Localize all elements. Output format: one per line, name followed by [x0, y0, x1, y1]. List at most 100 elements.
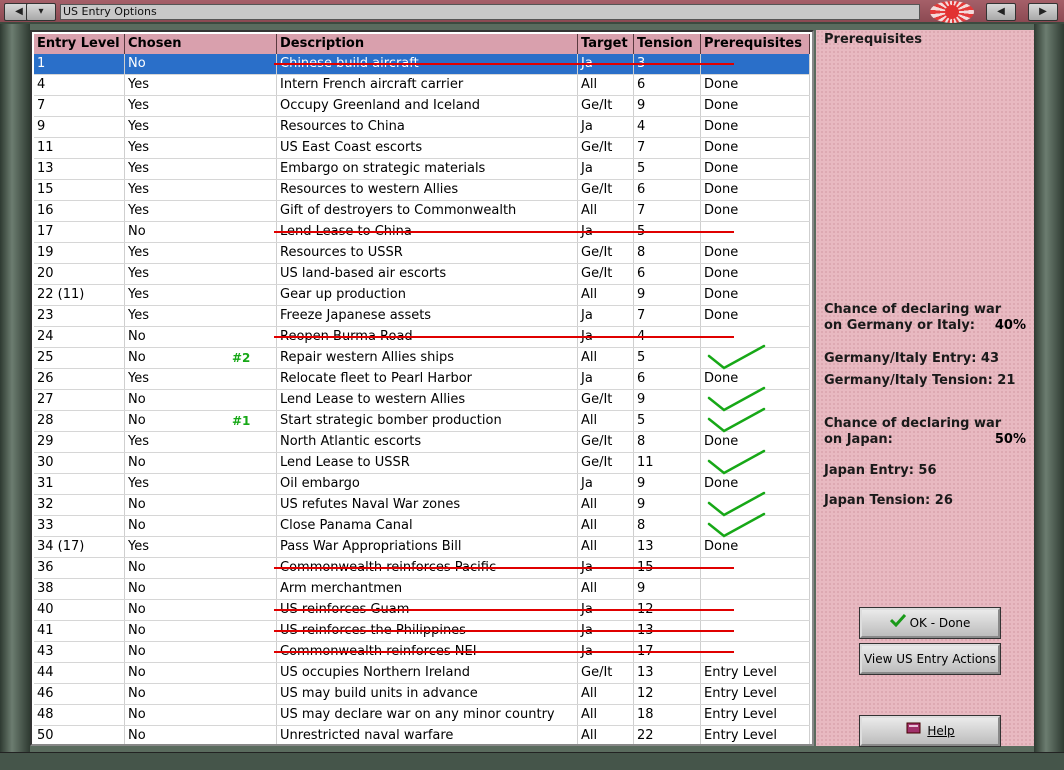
cell-chosen: Yes	[125, 96, 277, 116]
cell-entry-level: 38	[34, 579, 125, 599]
cell-chosen: No	[125, 411, 277, 431]
cell-prerequisites: Done	[701, 138, 810, 158]
table-row[interactable]: 4 Yes Intern French aircraft carrier All 6 Do…	[34, 75, 810, 96]
table-row[interactable]: 28 No Start strategic bomber production All…	[34, 407, 810, 433]
cell-prerequisites: Done	[701, 75, 810, 95]
strikethrough-mark	[274, 651, 734, 653]
table-row[interactable]: 44 No US occupies Northern Ireland Ge/It 13 E…	[34, 663, 810, 684]
priority-marker: #1	[232, 414, 251, 428]
cell-entry-level: 16	[34, 201, 125, 221]
cell-tension: 8	[634, 516, 701, 536]
table-row[interactable]: 26 Yes Relocate fleet to Pearl Harbor Ja 6 Do…	[34, 369, 810, 390]
table-row[interactable]: 40NoUS reinforces GuamJa12	[34, 600, 810, 621]
cell-chosen: No	[125, 558, 277, 578]
column-header-prerequisites[interactable]: Prerequisites	[701, 34, 810, 54]
table-row[interactable]: 43NoCommonwealth reinforces NEIJa17	[34, 642, 810, 663]
cell-description: Pass War Appropriations Bill	[277, 537, 578, 557]
green-checkmark-icon	[706, 510, 770, 540]
close-button[interactable]: ▶	[1028, 3, 1058, 21]
cell-description: US may build units in advance	[277, 684, 578, 704]
strikethrough-mark	[274, 609, 734, 611]
cell-description: Start strategic bomber production	[277, 411, 578, 431]
cell-target: Ge/It	[578, 264, 634, 284]
table-row[interactable]: 48 No US may declare war on any minor coun…	[34, 705, 810, 726]
table-row[interactable]: 19 Yes Resources to USSR Ge/It 8 Done	[34, 243, 810, 264]
cell-target: All	[578, 705, 634, 725]
cell-tension: 7	[634, 201, 701, 221]
cell-tension: 7	[634, 138, 701, 158]
cell-entry-level: 27	[34, 390, 125, 410]
table-row[interactable]: 33 No Close Panama Canal All 8	[34, 512, 810, 538]
table-row[interactable]: 11 Yes US East Coast escorts Ge/It 7 Done	[34, 138, 810, 159]
cell-entry-level: 11	[34, 138, 125, 158]
cell-chosen: No	[125, 621, 277, 641]
cell-tension: 13	[634, 537, 701, 557]
column-header-tension[interactable]: Tension	[634, 34, 701, 54]
help-button[interactable]: Help	[860, 716, 1000, 746]
column-header-description[interactable]: Description	[277, 34, 578, 54]
column-header-target[interactable]: Target	[578, 34, 634, 54]
cell-description: Resources to USSR	[277, 243, 578, 263]
table-row[interactable]: 20 Yes US land-based air escorts Ge/It 6 Done	[34, 264, 810, 285]
strikethrough-mark	[274, 567, 734, 569]
cell-description: Embargo on strategic materials	[277, 159, 578, 179]
cell-entry-level: 36	[34, 558, 125, 578]
cell-target: Ge/It	[578, 453, 634, 473]
table-body: 1NoChinese build aircraftJa34YesIntern F…	[34, 54, 810, 744]
table-row[interactable]: 38 No Arm merchantmen All 9	[34, 579, 810, 600]
cell-tension: 9	[634, 474, 701, 494]
ok-done-button[interactable]: OK - Done	[860, 608, 1000, 638]
table-row[interactable]: 15 Yes Resources to western Allies Ge/It 6 Do…	[34, 180, 810, 201]
cell-tension: 5	[634, 159, 701, 179]
cell-description: US land-based air escorts	[277, 264, 578, 284]
cell-entry-level: 28	[34, 411, 125, 431]
column-header-chosen[interactable]: Chosen	[125, 34, 277, 54]
table-row[interactable]: 31 Yes Oil embargo Ja 9 Done	[34, 474, 810, 495]
table-row[interactable]: 41NoUS reinforces the PhilippinesJa13	[34, 621, 810, 642]
table-row[interactable]: 7 Yes Occupy Greenland and Iceland Ge/It 9 Do…	[34, 96, 810, 117]
cell-description: Lend Lease to western Allies	[277, 390, 578, 410]
strikethrough-mark	[274, 336, 734, 338]
table-row[interactable]: 36NoCommonwealth reinforces PacificJa15	[34, 558, 810, 579]
cell-chosen: Yes	[125, 117, 277, 137]
bottom-frame	[0, 752, 1064, 770]
column-header-entry-level[interactable]: Entry Level	[34, 34, 125, 54]
table-row[interactable]: 1NoChinese build aircraftJa3	[34, 54, 810, 75]
table-row[interactable]: 25 No Repair western Allies ships All 5 #2	[34, 344, 810, 370]
cell-chosen: No	[125, 348, 277, 368]
table-row[interactable]: 9 Yes Resources to China Ja 4 Done	[34, 117, 810, 138]
table-row[interactable]: 50 No Unrestricted naval warfare All 22 Entry…	[34, 726, 810, 744]
table-row[interactable]: 24NoReopen Burma RoadJa4	[34, 327, 810, 348]
restore-button[interactable]: ◀	[986, 3, 1016, 21]
table-row[interactable]: 29 Yes North Atlantic escorts Ge/It 8 Done	[34, 432, 810, 453]
view-us-entry-actions-button[interactable]: View US Entry Actions	[860, 644, 1000, 674]
cell-chosen: Yes	[125, 285, 277, 305]
strikethrough-mark	[274, 231, 734, 233]
minimize-button[interactable]: ▾	[26, 3, 56, 21]
cell-chosen: Yes	[125, 306, 277, 326]
cell-entry-level: 13	[34, 159, 125, 179]
table-row[interactable]: 22 (11) Yes Gear up production All 9 Done	[34, 285, 810, 306]
cell-prerequisites: Done	[701, 201, 810, 221]
cell-tension: 4	[634, 117, 701, 137]
germany-entry: Germany/Italy Entry: 43	[824, 351, 1000, 366]
checkmark-icon	[889, 610, 906, 636]
table-row[interactable]: 16 Yes Gift of destroyers to Commonwealth A…	[34, 201, 810, 222]
japan-chance-label-2: on Japan:	[824, 432, 893, 447]
table-row[interactable]: 30 No Lend Lease to USSR Ge/It 11	[34, 449, 810, 475]
table-row[interactable]: 34 (17) Yes Pass War Appropriations Bill Al…	[34, 537, 810, 558]
window-title: US Entry Options	[60, 4, 920, 20]
priority-marker: #2	[232, 351, 251, 365]
table-row[interactable]: 23 Yes Freeze Japanese assets Ja 7 Done	[34, 306, 810, 327]
entry-options-table[interactable]: Entry Level Chosen Description Target Te…	[30, 30, 814, 746]
table-row[interactable]: 13 Yes Embargo on strategic materials Ja 5 Do…	[34, 159, 810, 180]
table-row[interactable]: 46 No US may build units in advance All 12 En…	[34, 684, 810, 705]
germany-chance-value: 40%	[994, 318, 1026, 333]
cell-prerequisites: Done	[701, 117, 810, 137]
cell-tension: 13	[634, 663, 701, 683]
table-row[interactable]: 32 No US refutes Naval War zones All 9	[34, 491, 810, 517]
table-row[interactable]: 27 No Lend Lease to western Allies Ge/It 9	[34, 386, 810, 412]
cell-chosen: No	[125, 453, 277, 473]
cell-target: All	[578, 201, 634, 221]
table-row[interactable]: 17NoLend Lease to ChinaJa5	[34, 222, 810, 243]
